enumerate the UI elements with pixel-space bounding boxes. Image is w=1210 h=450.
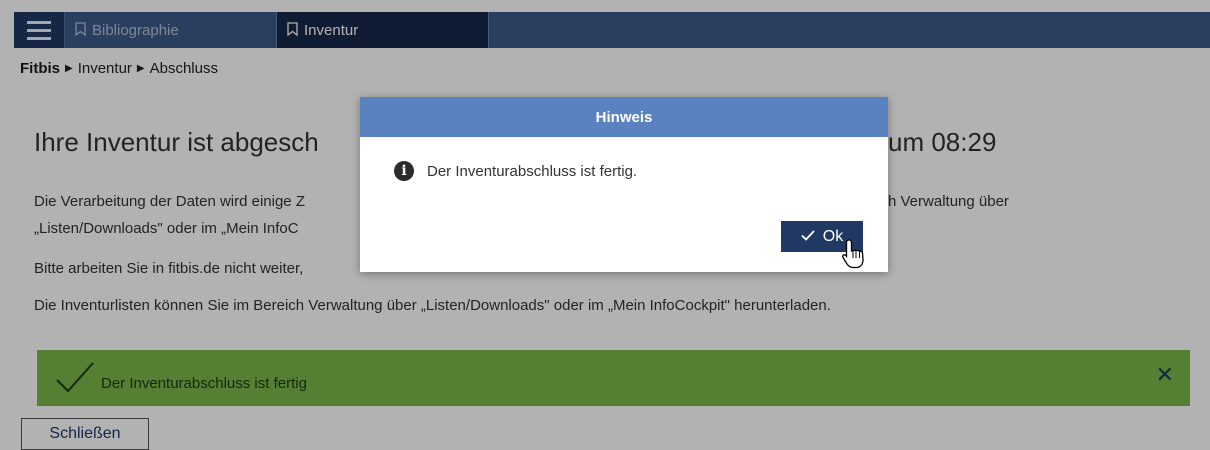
notice-dialog: Hinweis i Der Inventurabschluss ist fert… [360, 97, 888, 272]
page: Bibliographie Inventur Fitbis ▶ Inventur… [0, 0, 1210, 450]
hand-cursor-icon [841, 238, 867, 275]
dialog-title: Hinweis [360, 97, 888, 137]
dialog-message: Der Inventurabschluss ist fertig. [427, 162, 638, 180]
dialog-body: i Der Inventurabschluss ist fertig. [394, 161, 637, 181]
check-icon [801, 228, 815, 246]
info-icon: i [394, 161, 414, 181]
